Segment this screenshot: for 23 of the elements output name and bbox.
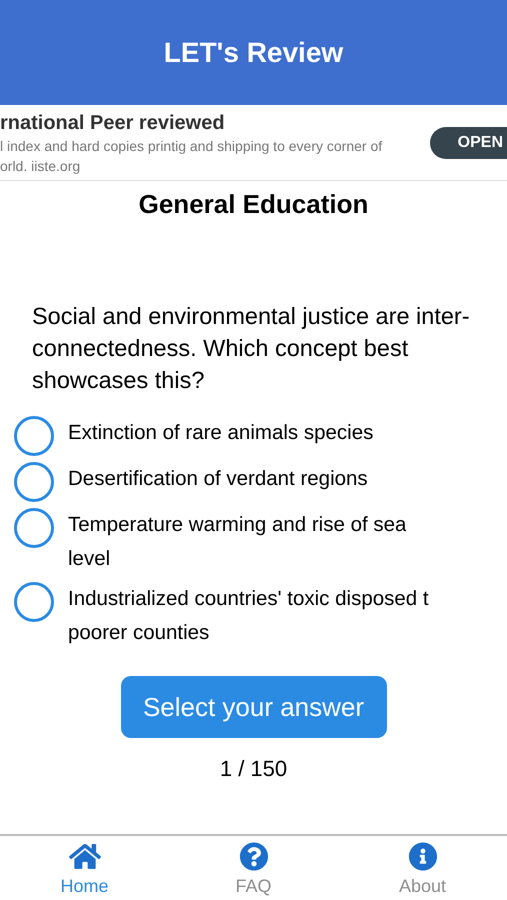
ad-text: orld. iiste.org [0, 156, 80, 176]
radio-button[interactable] [14, 462, 54, 502]
option-text: Desertification of verdant regions [68, 466, 368, 492]
ad-open-button[interactable]: OPEN [430, 126, 507, 158]
tab[interactable]: Home [0, 836, 169, 900]
home-icon [68, 842, 100, 871]
option-text: Industrialized countries' toxic disposed t poorer counties [68, 586, 429, 646]
question-text: Social and environmental justice are inter-connectedness. Which concept best showcases this? [31, 302, 471, 395]
tab[interactable]: FAQ [169, 836, 338, 900]
app-title: LET's Review [164, 36, 344, 70]
faq-icon [238, 842, 270, 871]
submit-button[interactable]: Select your answer [120, 676, 386, 738]
option-text: Extinction of rare animals species [68, 420, 374, 446]
radio-button[interactable] [14, 582, 54, 622]
progress-counter: 1 / 150 [220, 755, 288, 783]
ad-headline: rnational Peer reviewed [0, 110, 225, 136]
about-icon [406, 842, 438, 871]
ad-text: l index and hard copies printig and shipping to every corner of [0, 136, 382, 156]
radio-button[interactable] [14, 508, 54, 548]
tab[interactable]: About [338, 836, 507, 900]
option-text: Temperature warming and rise of sea level [68, 512, 406, 572]
subject-title: General Education [138, 188, 368, 221]
radio-button[interactable] [14, 416, 54, 456]
